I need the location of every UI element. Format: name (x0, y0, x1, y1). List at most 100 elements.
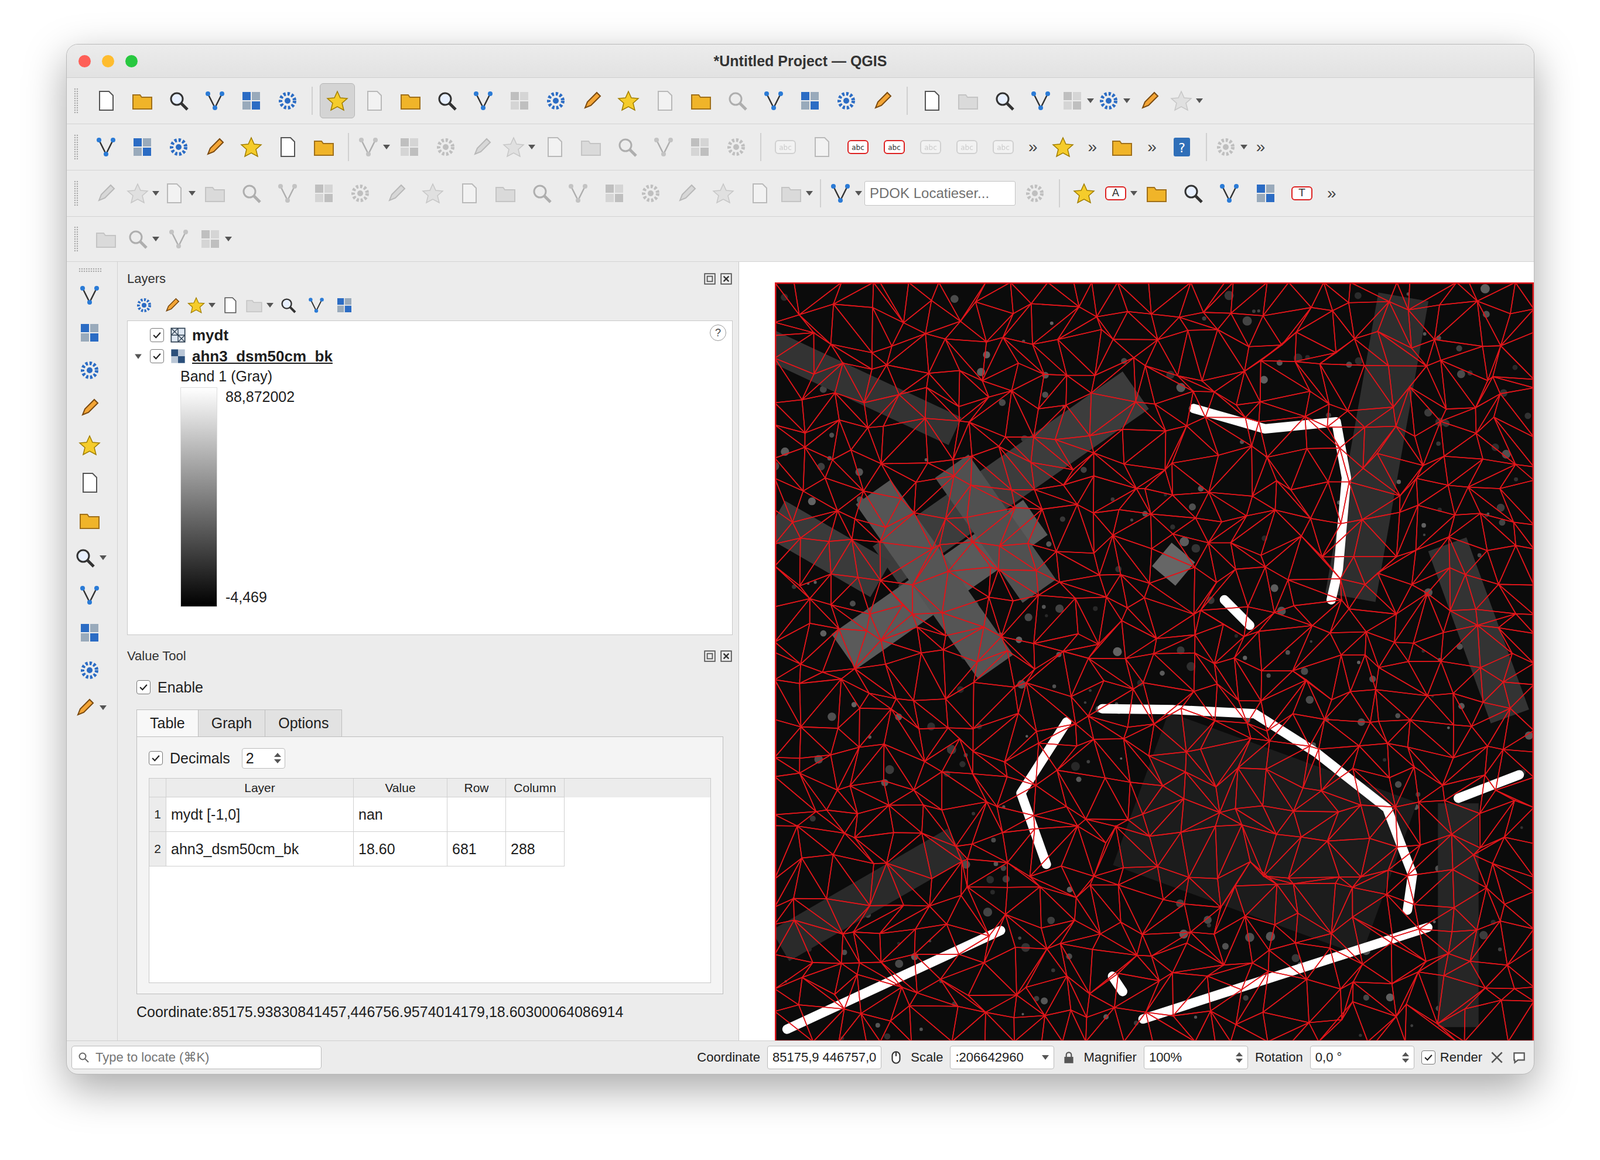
tool-button[interactable] (828, 176, 863, 211)
tool-button[interactable] (356, 130, 391, 164)
tool-button[interactable] (234, 83, 269, 118)
tool-button[interactable] (415, 176, 450, 211)
tool-button[interactable] (829, 83, 864, 118)
tool-button[interactable] (319, 83, 355, 119)
tool-button[interactable] (234, 176, 269, 211)
tool-button[interactable] (684, 83, 719, 118)
toolbar-grip-icon[interactable] (78, 267, 102, 273)
layer-visibility-checkbox[interactable] (149, 349, 164, 364)
tool-button[interactable] (72, 465, 107, 500)
column-header[interactable]: Value (353, 778, 448, 798)
mouse-extent-icon[interactable] (888, 1049, 904, 1065)
tool-button[interactable] (393, 83, 428, 118)
tool-button[interactable]: abc (768, 130, 803, 164)
float-icon[interactable] (703, 272, 717, 286)
tab[interactable]: Graph (197, 709, 266, 737)
rotation-field[interactable]: 0,0 ° (1310, 1045, 1415, 1069)
tool-button[interactable] (1017, 176, 1052, 211)
tool-button[interactable] (1248, 176, 1283, 211)
tool-button[interactable] (392, 130, 427, 164)
tool-button[interactable]: abc (877, 130, 912, 164)
spin-arrows-icon[interactable] (274, 752, 282, 764)
tool-button[interactable] (89, 176, 123, 211)
tool-button[interactable] (130, 291, 158, 319)
tool-button[interactable] (865, 83, 900, 118)
tool-button[interactable] (1139, 176, 1174, 211)
layer-row[interactable]: ahn3_dsm50cm_bk (132, 345, 728, 367)
tool-button[interactable] (429, 83, 464, 118)
tool-button[interactable] (306, 130, 341, 164)
tool-button[interactable] (125, 221, 160, 256)
tool-button[interactable] (1175, 176, 1210, 211)
scale-field[interactable]: :206642960 (949, 1045, 1055, 1069)
tool-button[interactable] (72, 315, 107, 350)
tool-button[interactable] (501, 130, 536, 164)
tool-button[interactable] (72, 578, 107, 613)
dropdown-arrow-icon[interactable] (1041, 1054, 1049, 1060)
tool-button[interactable] (465, 130, 499, 164)
tool-button[interactable] (270, 130, 305, 164)
tool-button[interactable] (72, 540, 107, 575)
tool-button[interactable] (1212, 176, 1247, 211)
tool-button[interactable]: abc (986, 130, 1021, 164)
spin-arrows-icon[interactable] (1235, 1051, 1243, 1063)
tool-button[interactable]: T (1284, 176, 1319, 211)
dropdown-arrow-icon[interactable] (99, 555, 107, 560)
column-header[interactable]: Layer (166, 778, 354, 798)
tool-button[interactable] (647, 83, 682, 118)
float-icon[interactable] (703, 649, 717, 663)
tool-button[interactable]: A (1103, 176, 1138, 211)
crs-icon[interactable] (1489, 1049, 1505, 1065)
tool-button[interactable] (756, 83, 791, 118)
tool-button[interactable] (330, 291, 358, 319)
coordinate-field[interactable]: 85175,9 446757,0 (767, 1045, 882, 1069)
tool-button[interactable] (488, 176, 523, 211)
toolbar-overflow-button[interactable]: » (1141, 137, 1163, 157)
tool-button[interactable] (186, 291, 216, 319)
tool-button[interactable] (1067, 176, 1102, 211)
tab[interactable]: Table (136, 709, 199, 737)
tool-button[interactable] (537, 130, 572, 164)
tool-button[interactable]: abc (913, 130, 948, 164)
tool-button[interactable] (1214, 130, 1249, 164)
tool-button[interactable] (270, 176, 305, 211)
render-option[interactable]: Render (1421, 1049, 1483, 1065)
tool-button[interactable] (197, 176, 232, 211)
dropdown-arrow-icon[interactable] (1086, 98, 1094, 104)
tool-button[interactable] (270, 83, 305, 118)
dropdown-arrow-icon[interactable] (805, 190, 813, 196)
tool-button[interactable] (573, 130, 608, 164)
tool-button[interactable] (1096, 83, 1131, 118)
render-checkbox[interactable] (1421, 1050, 1436, 1065)
tool-button[interactable] (633, 176, 668, 211)
toolbar-overflow-button[interactable]: » (1082, 137, 1104, 157)
dropdown-arrow-icon[interactable] (99, 705, 107, 710)
enable-option[interactable]: Enable (127, 667, 733, 700)
layer-name[interactable]: mydt (192, 326, 229, 345)
tool-button[interactable] (302, 291, 330, 319)
expander[interactable] (132, 351, 145, 361)
tool-button[interactable] (1045, 130, 1080, 164)
zoom-button[interactable] (125, 55, 138, 68)
panel-splitter[interactable] (127, 634, 733, 645)
tool-button[interactable] (1105, 130, 1140, 164)
dropdown-arrow-icon[interactable] (266, 302, 274, 308)
dropdown-arrow-icon[interactable] (1195, 98, 1203, 104)
table-row[interactable]: 1 mydt [-1,0]nan (149, 797, 711, 832)
tool-button[interactable] (197, 83, 232, 118)
dropdown-arrow-icon[interactable] (383, 144, 391, 150)
minimize-button[interactable] (101, 55, 115, 68)
toolbar-overflow-button[interactable]: » (1250, 137, 1272, 157)
tool-button[interactable] (244, 291, 274, 319)
close-button[interactable] (78, 55, 91, 68)
dropdown-arrow-icon[interactable] (1130, 190, 1138, 196)
tool-button[interactable] (538, 83, 573, 118)
dropdown-arrow-icon[interactable] (855, 190, 863, 196)
tool-button[interactable] (379, 176, 414, 211)
tool-button[interactable] (1132, 83, 1167, 118)
tool-button[interactable] (914, 83, 949, 118)
tool-button[interactable] (466, 83, 501, 118)
layer-visibility-checkbox[interactable] (149, 327, 164, 343)
tool-button[interactable] (216, 291, 244, 319)
toolbar-grip-icon[interactable] (73, 226, 79, 252)
